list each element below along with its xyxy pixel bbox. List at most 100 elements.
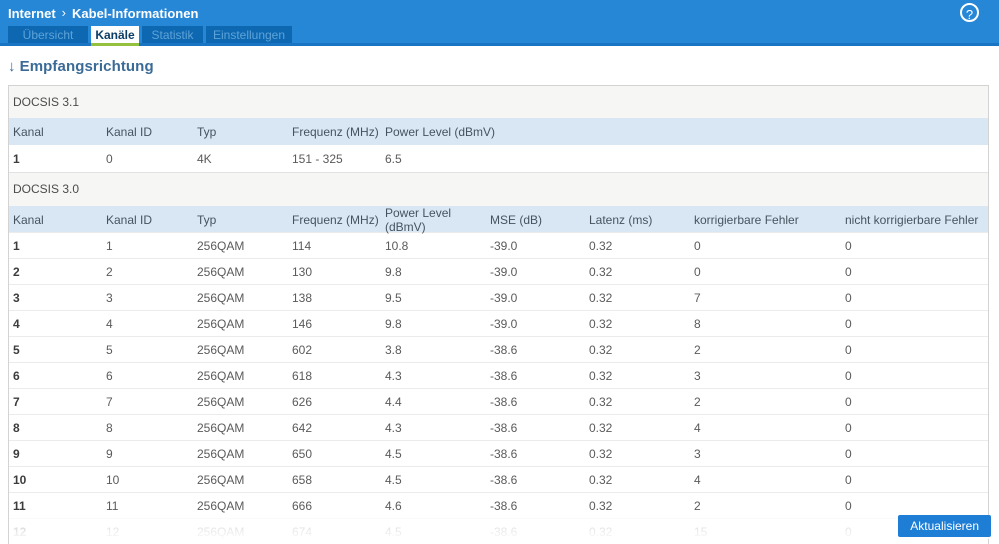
docsis30-rows: 1 1 256QAM 114 10.8 -39.0 0.32 0 0 2 2 256QAM 130 9.8… — [9, 232, 988, 544]
header-cell: Typ — [197, 124, 217, 139]
docsis30-header-row: Kanal Kanal ID Typ Frequenz (MHz) Power Leve… — [9, 206, 988, 234]
table-cell: 256QAM — [197, 238, 245, 253]
table-cell: 10.8 — [385, 238, 409, 253]
table-cell: 642 — [292, 420, 313, 435]
table-cell: -39.0 — [490, 238, 518, 253]
page-title-label: Empfangsrichtung — [19, 58, 154, 75]
table-row: 10 10 256QAM 658 4.5 -38.6 0.32 4 0 — [9, 466, 988, 492]
table-row: 11 11 256QAM 666 4.6 -38.6 0.32 2 0 — [9, 492, 988, 518]
table-cell: 650 — [292, 446, 313, 461]
table-cell: 11 — [13, 498, 26, 513]
table-cell: 3.8 — [385, 342, 402, 357]
table-cell: 0 — [845, 238, 852, 253]
channel-tables: DOCSIS 3.1 Kanal Kanal ID Typ Frequenz (MHz… — [8, 85, 989, 544]
table-cell: 11 — [106, 498, 119, 513]
table-cell: 0 — [694, 264, 701, 279]
table-cell: 2 — [694, 498, 701, 513]
table-cell: 8 — [13, 420, 20, 435]
docsis31-rows: 1 0 4K 151 - 325 6.5 — [9, 145, 988, 172]
table-cell: 151 - 325 — [292, 151, 343, 166]
table-row: 1 1 256QAM 114 10.8 -39.0 0.32 0 0 — [9, 232, 988, 258]
table-cell: 0.32 — [589, 238, 613, 253]
table-cell: 2 — [694, 342, 701, 357]
table-cell: 0.32 — [589, 524, 613, 539]
tab-kanaele[interactable]: Kanäle — [91, 26, 139, 46]
table-cell: -38.6 — [490, 394, 518, 409]
table-cell: 10 — [106, 472, 120, 487]
table-row: 8 8 256QAM 642 4.3 -38.6 0.32 4 0 — [9, 414, 988, 440]
table-cell: 8 — [106, 420, 113, 435]
table-cell: 3 — [694, 446, 701, 461]
header-cell: korrigierbare Fehler — [694, 213, 799, 227]
table-cell: -38.6 — [490, 472, 518, 487]
table-row: 2 2 256QAM 130 9.8 -39.0 0.32 0 0 — [9, 258, 988, 284]
breadcrumb: Internet › Kabel-Informationen — [8, 4, 198, 21]
table-cell: 0.32 — [589, 264, 613, 279]
table-cell: -39.0 — [490, 316, 518, 331]
table-cell: 7 — [13, 394, 20, 409]
table-cell: 256QAM — [197, 368, 245, 383]
header-cell: Latenz (ms) — [589, 213, 653, 227]
breadcrumb-item-internet[interactable]: Internet — [8, 6, 56, 21]
header-cell: Kanal ID — [106, 213, 153, 227]
table-cell: 0 — [845, 446, 852, 461]
table-row: 4 4 256QAM 146 9.8 -39.0 0.32 8 0 — [9, 310, 988, 336]
table-cell: 626 — [292, 394, 313, 409]
tab-einstellungen[interactable]: Einstellungen — [206, 26, 292, 46]
table-cell: 1 — [106, 238, 113, 253]
table-cell: 2 — [106, 264, 113, 279]
table-cell: 7 — [694, 290, 701, 305]
table-cell: 256QAM — [197, 290, 245, 305]
header-cell: nicht korrigierbare Fehler — [845, 213, 979, 227]
table-cell: 674 — [292, 524, 313, 539]
table-cell: -38.6 — [490, 498, 518, 513]
table-cell: 256QAM — [197, 472, 245, 487]
table-cell: 114 — [292, 238, 312, 253]
table-cell: 4.3 — [385, 368, 402, 383]
table-cell: 0.32 — [589, 498, 613, 513]
table-cell: -38.6 — [490, 342, 518, 357]
table-cell: 0.32 — [589, 472, 613, 487]
table-cell: -38.6 — [490, 420, 518, 435]
table-cell: 0.32 — [589, 316, 613, 331]
table-cell: 8 — [694, 316, 701, 331]
table-row: 6 6 256QAM 618 4.3 -38.6 0.32 3 0 — [9, 362, 988, 388]
table-cell: 4.5 — [385, 446, 402, 461]
table-cell: 0 — [845, 368, 852, 383]
tab-statistik[interactable]: Statistik — [142, 26, 203, 46]
header-cell: Power Level (dBmV) — [385, 124, 496, 139]
table-cell: 6 — [13, 368, 20, 383]
table-cell: 256QAM — [197, 264, 245, 279]
table-cell: 0.32 — [589, 342, 613, 357]
table-cell: 7 — [106, 394, 113, 409]
table-cell: 658 — [292, 472, 313, 487]
question-mark: ? — [965, 7, 974, 22]
table-cell: -38.6 — [490, 368, 518, 383]
table-cell: 6.5 — [385, 151, 402, 166]
down-arrow-icon: ↓ — [8, 58, 16, 75]
table-cell: 10 — [13, 472, 27, 487]
table-cell: 0 — [845, 264, 852, 279]
table-cell: 0 — [845, 394, 852, 409]
table-cell: 4 — [106, 316, 113, 331]
table-row: 5 5 256QAM 602 3.8 -38.6 0.32 2 0 — [9, 336, 988, 362]
docsis30-section-label: DOCSIS 3.0 — [9, 172, 988, 206]
table-cell: 0.32 — [589, 420, 613, 435]
help-icon[interactable]: ? — [960, 3, 979, 22]
docsis31-header-row: Kanal Kanal ID Typ Frequenz (MHz) Power Leve… — [9, 118, 988, 145]
header-cell: Kanal — [13, 124, 44, 139]
table-cell: 146 — [292, 316, 313, 331]
tab-bar: Übersicht Kanäle Statistik Einstellungen — [0, 26, 999, 46]
table-cell: 6 — [106, 368, 113, 383]
header-cell: Kanal ID — [106, 124, 153, 139]
tab-uebersicht[interactable]: Übersicht — [8, 26, 88, 46]
table-cell: 5 — [13, 342, 20, 357]
table-row: 7 7 256QAM 626 4.4 -38.6 0.32 2 0 — [9, 388, 988, 414]
chevron-right-icon: › — [61, 4, 67, 20]
table-cell: 3 — [694, 368, 701, 383]
table-cell: 0 — [845, 290, 852, 305]
table-cell: 9.8 — [385, 316, 402, 331]
refresh-button[interactable]: Aktualisieren — [898, 515, 991, 537]
table-cell: 9 — [106, 446, 113, 461]
table-cell: 602 — [292, 342, 313, 357]
